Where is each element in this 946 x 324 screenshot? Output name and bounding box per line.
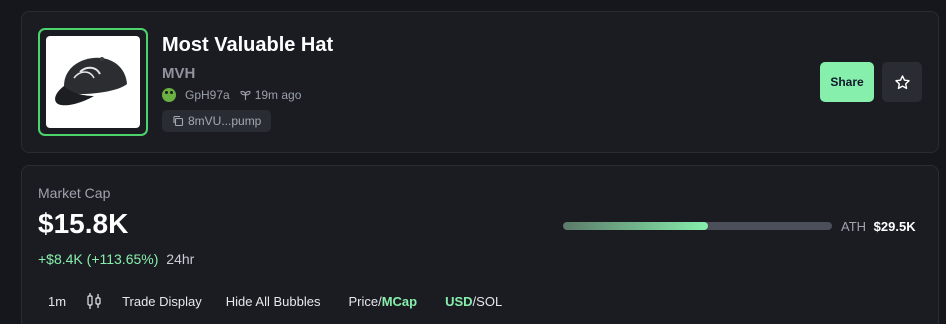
ath-progress-fill <box>563 222 709 230</box>
ath-info: ATH $29.5K <box>841 219 916 234</box>
favorite-button[interactable] <box>882 62 922 102</box>
copy-contract-button[interactable]: 8mVU...pump <box>162 110 272 132</box>
price-mcap-toggle[interactable]: Price / MCap <box>334 290 431 312</box>
usd-option: USD <box>445 293 473 309</box>
change-value: +$8.4K (+113.65%) <box>38 251 159 267</box>
market-cap-change: +$8.4K (+113.65%) 24hr <box>38 251 194 267</box>
ath-value: $29.5K <box>873 219 916 234</box>
candlestick-icon <box>87 293 101 309</box>
token-name: Most Valuable Hat <box>162 34 334 56</box>
token-page: Most Valuable Hat MVH GpH97a 19m ago 8mV… <box>0 0 946 324</box>
mcap-option: MCap <box>381 293 418 309</box>
contract-address: 8mVU...pump <box>188 114 262 128</box>
candle-style-button[interactable] <box>76 290 112 312</box>
interval-button[interactable]: 1m <box>38 290 76 312</box>
creator-row: GpH97a 19m ago <box>162 86 301 104</box>
currency-toggle[interactable]: USD / SOL <box>431 290 512 312</box>
copy-icon <box>172 115 184 127</box>
chart-toolbar: 1m Trade Display Hide All Bubbles Price /… <box>38 290 512 312</box>
trade-display-button[interactable]: Trade Display <box>112 290 212 312</box>
price-option: Price <box>348 293 379 309</box>
creator-avatar[interactable] <box>162 88 176 102</box>
token-age: 19m ago <box>254 88 302 102</box>
ath-label: ATH <box>841 219 867 234</box>
sol-option: SOL <box>476 293 503 309</box>
token-image[interactable] <box>38 28 148 136</box>
market-cap-label: Market Cap <box>38 185 111 201</box>
token-ticker: MVH <box>162 65 196 82</box>
market-card: Market Cap $15.8K +$8.4K (+113.65%) 24hr… <box>21 165 939 324</box>
token-header-card: Most Valuable Hat MVH GpH97a 19m ago 8mV… <box>21 11 939 153</box>
share-button[interactable]: Share <box>820 62 874 102</box>
ath-progress-bar <box>563 222 832 230</box>
market-cap-value: $15.8K <box>38 208 129 239</box>
star-icon <box>894 74 910 89</box>
creator-name[interactable]: GpH97a <box>185 88 230 102</box>
cap-icon <box>55 57 127 106</box>
change-period: 24hr <box>166 251 195 267</box>
hide-bubbles-button[interactable]: Hide All Bubbles <box>212 290 335 312</box>
sprout-icon <box>240 90 251 101</box>
